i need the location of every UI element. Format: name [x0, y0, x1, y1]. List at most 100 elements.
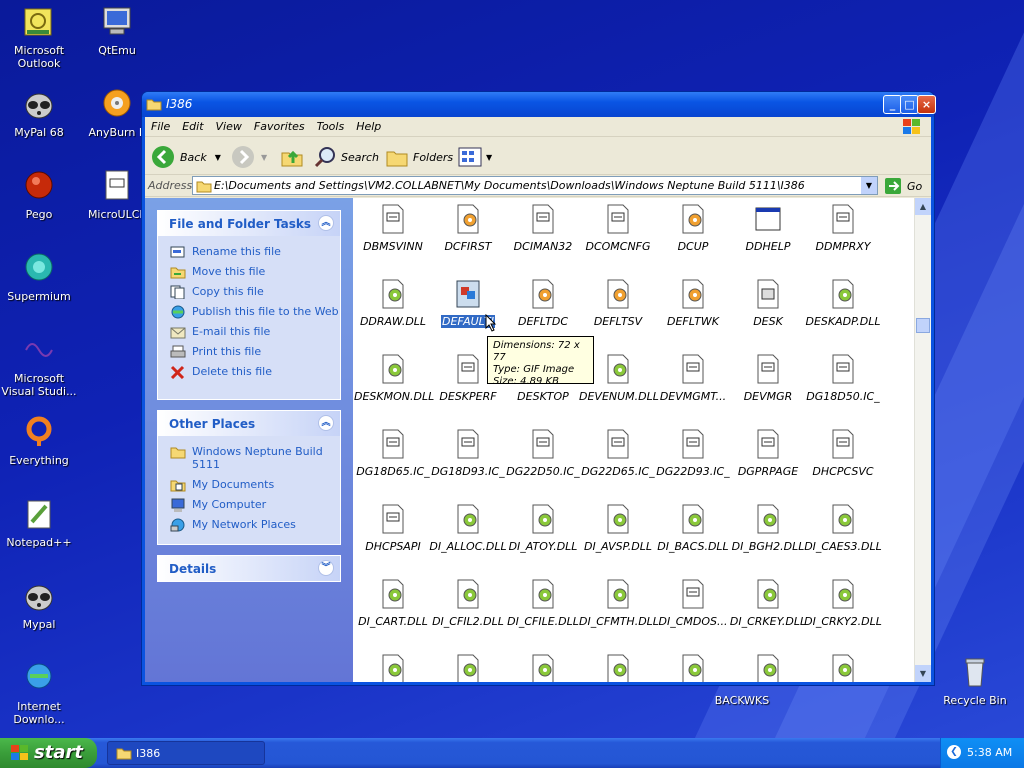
file-item[interactable]: DI_ATOY.DLL: [503, 504, 583, 553]
place-my-computer[interactable]: My Computer: [158, 498, 340, 512]
desktop-icon-qtemu[interactable]: QtEmu: [77, 6, 157, 57]
file-item[interactable]: DHCPSAPI: [353, 504, 433, 553]
menu-file[interactable]: File: [145, 117, 176, 133]
scroll-thumb[interactable]: [916, 318, 930, 333]
file-item[interactable]: DCIMAN32: [503, 204, 583, 253]
collapse-icon[interactable]: ︽: [318, 215, 334, 231]
file-item[interactable]: DGPRPAGE: [728, 429, 808, 478]
file-item[interactable]: DCFIRST: [428, 204, 508, 253]
panel-header[interactable]: File and Folder Tasks ︽: [158, 211, 340, 236]
menu-view[interactable]: View: [210, 117, 248, 133]
file-item[interactable]: DG18D50.IC_: [803, 354, 883, 403]
views-button[interactable]: ▼: [457, 145, 492, 169]
menu-help[interactable]: Help: [350, 117, 387, 133]
address-input[interactable]: E:\Documents and Settings\VM2.COLLABNET\…: [192, 176, 878, 195]
file-item[interactable]: DHCPCSVC: [803, 429, 883, 478]
file-item[interactable]: DI_BACS.DLL: [653, 504, 733, 553]
file-item[interactable]: DI_CMDOS...: [653, 579, 733, 628]
folders-button[interactable]: Folders: [385, 145, 453, 169]
file-item[interactable]: DEFLTSV: [578, 279, 658, 328]
file-item[interactable]: DDMPRXY: [803, 204, 883, 253]
file-item[interactable]: DDHELP: [728, 204, 808, 253]
task-print[interactable]: Print this file: [158, 345, 340, 358]
file-item[interactable]: [353, 654, 433, 682]
file-item[interactable]: DI_CART.DLL: [353, 579, 433, 628]
file-item[interactable]: DG22D93.IC_: [653, 429, 733, 478]
file-item[interactable]: DEFLTWK: [653, 279, 733, 328]
go-button[interactable]: Go: [884, 176, 922, 196]
menu-tools[interactable]: Tools: [311, 117, 351, 133]
file-item[interactable]: DG22D50.IC_: [503, 429, 583, 478]
file-item[interactable]: DDRAW.DLL: [353, 279, 433, 328]
address-dropdown-button[interactable]: ▼: [861, 177, 877, 194]
place-my-documents[interactable]: My Documents: [158, 478, 340, 492]
file-item[interactable]: DI_AVSP.DLL: [578, 504, 658, 553]
desktop-icon-backwks[interactable]: BACKWKS: [702, 694, 782, 707]
file-item[interactable]: DBMSVINN: [353, 204, 433, 253]
file-item[interactable]: DI_CRKEY.DLL: [728, 579, 808, 628]
search-button[interactable]: Search: [313, 145, 379, 169]
desktop-icon-supermium[interactable]: Supermium: [0, 252, 79, 303]
scroll-down-button[interactable]: ▼: [915, 665, 931, 682]
back-button[interactable]: Back ▼: [151, 145, 221, 169]
file-item[interactable]: DI_CFILE.DLL: [503, 579, 583, 628]
file-item[interactable]: [653, 654, 733, 682]
close-button[interactable]: ×: [917, 95, 936, 114]
collapse-icon[interactable]: ︽: [318, 415, 334, 431]
task-move[interactable]: Move this file: [158, 265, 340, 279]
file-item[interactable]: DESKMON.DLL: [353, 354, 434, 403]
task-delete[interactable]: Delete this file: [158, 365, 340, 379]
file-item[interactable]: [728, 654, 808, 682]
file-item[interactable]: DI_CFMTH.DLL: [578, 579, 659, 628]
file-item[interactable]: DI_CRKY2.DLL: [803, 579, 883, 628]
file-item[interactable]: DG22D65.IC_: [578, 429, 658, 478]
task-rename[interactable]: Rename this file: [158, 245, 340, 258]
forward-button[interactable]: ▼: [231, 145, 267, 169]
scroll-up-button[interactable]: ▲: [915, 198, 931, 215]
panel-header[interactable]: Other Places ︽: [158, 411, 340, 436]
file-item[interactable]: DEVMGR: [728, 354, 808, 403]
file-item[interactable]: DI_CFIL2.DLL: [428, 579, 508, 628]
tray-expand-icon[interactable]: ❮: [947, 745, 961, 759]
file-item[interactable]: DEFLTDC: [503, 279, 583, 328]
file-item[interactable]: DEVMGMT...: [653, 354, 733, 403]
place-neptune-folder[interactable]: Windows Neptune Build 5111: [158, 445, 340, 471]
title-bar[interactable]: I386 _ □ ×: [142, 92, 936, 117]
file-item[interactable]: DI_CAES3.DLL: [803, 504, 883, 553]
chevron-down-icon[interactable]: ▼: [215, 153, 221, 162]
file-item[interactable]: DCOMCNFG: [578, 204, 658, 253]
file-item[interactable]: DG18D65.IC_: [353, 429, 433, 478]
desktop-icon-pego[interactable]: Pego: [0, 170, 79, 221]
desktop-icon-notepadpp[interactable]: Notepad++: [0, 498, 79, 549]
menu-favorites[interactable]: Favorites: [248, 117, 311, 133]
up-folder-button[interactable]: [280, 145, 304, 169]
desktop-icon-everything[interactable]: Everything: [0, 416, 79, 467]
vertical-scrollbar[interactable]: ▲ ▼: [914, 198, 931, 682]
desktop-icon-mypal[interactable]: Mypal: [0, 580, 79, 631]
panel-header[interactable]: Details ︾: [158, 556, 340, 581]
expand-icon[interactable]: ︾: [318, 560, 334, 576]
task-publish[interactable]: Publish this file to the Web: [158, 305, 340, 319]
desktop-icon-internet-download[interactable]: Internet Downlo...: [0, 662, 79, 726]
chevron-down-icon[interactable]: ▼: [486, 153, 492, 162]
desktop-icon-recycle-bin[interactable]: Recycle Bin: [935, 656, 1015, 707]
file-item[interactable]: [803, 654, 883, 682]
task-copy[interactable]: Copy this file: [158, 285, 340, 299]
file-item[interactable]: DESKADP.DLL: [803, 279, 883, 328]
desktop-icon-outlook[interactable]: Microsoft Outlook: [0, 6, 79, 70]
file-item[interactable]: DCUP: [653, 204, 733, 253]
clock[interactable]: 5:38 AM: [967, 746, 1012, 759]
menu-edit[interactable]: Edit: [176, 117, 209, 133]
file-item[interactable]: DESK: [728, 279, 808, 328]
desktop-icon-mypal68[interactable]: MyPal 68: [0, 88, 79, 139]
taskbar-window-button[interactable]: I386: [107, 741, 265, 765]
file-item[interactable]: [428, 654, 508, 682]
file-item[interactable]: DG18D93.IC_: [428, 429, 508, 478]
file-item[interactable]: DI_ALLOC.DLL: [428, 504, 508, 553]
file-item[interactable]: [578, 654, 658, 682]
start-button[interactable]: start: [0, 738, 97, 768]
place-my-network[interactable]: My Network Places: [158, 518, 340, 532]
file-item[interactable]: DI_BGH2.DLL: [728, 504, 808, 553]
desktop-icon-visual-studio[interactable]: Microsoft Visual Studi...: [0, 334, 79, 398]
file-item[interactable]: [503, 654, 583, 682]
